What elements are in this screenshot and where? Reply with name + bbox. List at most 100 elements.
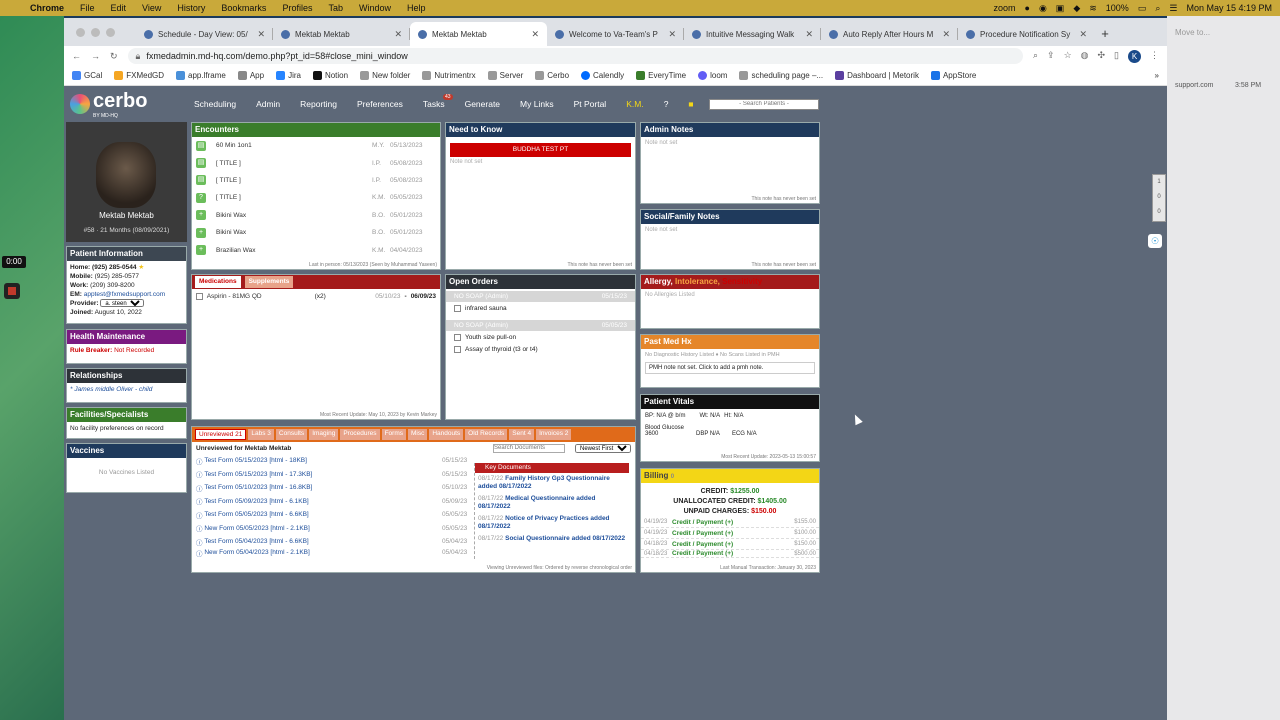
menu-file[interactable]: File — [80, 3, 95, 13]
nav-my-links[interactable]: My Links — [510, 99, 564, 109]
tab-labs[interactable]: Labs 3 — [248, 429, 274, 440]
billing-row[interactable]: 04/19/23 Credit / Payment (+) $100.00 — [641, 528, 819, 539]
document-row[interactable]: ⓘ Test Form 05/15/2023 [html - 17.3KB] 05… — [192, 468, 470, 482]
battery-icon[interactable]: ▭ — [1138, 3, 1147, 14]
patient-search-input[interactable] — [709, 98, 819, 110]
side-counter[interactable]: 100 — [1152, 174, 1166, 222]
zoom-icon[interactable]: ⌕ — [1033, 50, 1038, 63]
menu-edit[interactable]: Edit — [111, 3, 127, 13]
accessibility-icon[interactable]: ☉ — [1148, 234, 1162, 248]
order-checkbox[interactable] — [454, 333, 461, 341]
close-tab-icon[interactable]: ✕ — [942, 29, 950, 40]
nav-pt-portal[interactable]: Pt Portal — [564, 99, 617, 109]
nav-scheduling[interactable]: Scheduling — [184, 99, 246, 109]
order-group-header[interactable]: NO SOAP (Admin) 05/05/23 — [446, 320, 635, 331]
home-phone[interactable]: (925) 285-0544 — [92, 264, 136, 271]
tab-handouts[interactable]: Handouts — [429, 429, 464, 440]
bookmark-item[interactable]: Cerbo — [535, 71, 569, 80]
need-to-know-banner[interactable]: BUDDHA TEST PT — [450, 143, 631, 157]
bookmark-item[interactable]: Calendly — [581, 71, 624, 80]
document-row[interactable]: ⓘ Test Form 05/09/2023 [html - 6.1KB] 05/… — [192, 495, 470, 509]
tab-procedures[interactable]: Procedures — [340, 429, 380, 440]
order-item[interactable]: Youth size pull-on — [446, 331, 635, 343]
document-search-input[interactable] — [493, 443, 565, 453]
nav-tasks[interactable]: Tasks 43 — [413, 94, 455, 109]
nav-preferences[interactable]: Preferences — [347, 99, 413, 109]
extension-icon[interactable]: ◍ — [1081, 50, 1089, 63]
close-tab-icon[interactable]: ✕ — [668, 29, 676, 40]
close-tab-icon[interactable]: ✕ — [1079, 29, 1087, 40]
forward-icon[interactable]: → — [91, 51, 100, 61]
control-center-icon[interactable]: ☰ — [1169, 3, 1177, 14]
order-item[interactable]: Assay of thyroid (t3 or t4) — [446, 343, 635, 355]
search-icon[interactable]: ⌕ — [1155, 3, 1160, 14]
browser-tab[interactable]: Auto Reply After Hours M ✕ — [821, 22, 958, 46]
browser-tab[interactable]: Intuitive Messaging Walk ✕ — [684, 22, 821, 46]
document-row[interactable]: ⓘ Test Form 05/10/2023 [html - 16.8KB] 05… — [192, 481, 470, 495]
sidebar-icon[interactable]: ▯ — [1114, 50, 1119, 63]
provider-select[interactable]: a. steen — [100, 299, 145, 307]
key-document-item[interactable]: 08/17/22 Notice of Privacy Practices add… — [475, 513, 629, 533]
status-icon[interactable]: ▣ — [1056, 3, 1065, 14]
menu-bookmarks[interactable]: Bookmarks — [221, 3, 266, 13]
billing-row[interactable]: 04/18/23 Credit / Payment (+) $150.00 — [641, 539, 819, 550]
menu-window[interactable]: Window — [359, 3, 391, 13]
lock-icon[interactable]: 🔒︎ — [136, 51, 141, 62]
help-icon[interactable]: ? — [654, 99, 679, 109]
status-icon[interactable]: ◉ — [1039, 3, 1047, 14]
document-row[interactable]: ⓘ New Form 05/04/2023 [html - 2.1KB] 05/0… — [192, 549, 470, 557]
tab-unreviewed[interactable]: Unreviewed 21 — [195, 429, 247, 440]
bookmark-item[interactable]: GCal — [72, 71, 102, 80]
patient-email[interactable]: apptest@fxmedsupport.com — [84, 291, 165, 298]
encounter-row[interactable]: + Brazilian Wax K.M. 04/04/2023 — [192, 241, 440, 258]
medication-row[interactable]: Aspirin - 81MG QD (x2) 05/10/23 -06/09/2… — [192, 289, 440, 304]
close-tab-icon[interactable]: ✕ — [257, 29, 265, 40]
puzzle-icon[interactable]: ✣ — [1098, 50, 1106, 63]
maximize-window-button[interactable] — [106, 28, 115, 37]
tab-consults[interactable]: Consults — [275, 429, 308, 440]
browser-tab[interactable]: Mektab Mektab ✕ — [273, 22, 410, 46]
mobile-phone[interactable]: (925) 285-0577 — [95, 273, 139, 280]
tab-old-records[interactable]: Old Records — [465, 429, 508, 440]
folder-icon[interactable]: ■ — [678, 99, 703, 109]
encounter-row[interactable]: + Bikini Wax B.O. 05/01/2023 — [192, 207, 440, 224]
battery-level[interactable]: 100% — [1106, 3, 1129, 13]
close-tab-icon[interactable]: ✕ — [531, 29, 539, 40]
share-icon[interactable]: ⇪ — [1047, 50, 1055, 63]
billing-title[interactable]: Billing 0 — [641, 469, 819, 483]
menu-profiles[interactable]: Profiles — [282, 3, 312, 13]
document-row[interactable]: ⓘ New Form 05/05/2023 [html - 2.1KB] 05/0… — [192, 522, 470, 536]
tab-invoices[interactable]: Invoices 2 — [536, 429, 572, 440]
sort-select[interactable]: Newest First — [575, 443, 631, 453]
document-row[interactable]: ⓘ Test Form 05/15/2023 [html - 18KB] 05/1… — [192, 454, 470, 468]
bookmark-item[interactable]: FXMedGD — [114, 71, 164, 80]
bookmark-item[interactable]: Dashboard | Metorik — [835, 71, 919, 80]
menu-view[interactable]: View — [142, 3, 161, 13]
encounter-row[interactable]: + Bikini Wax B.O. 05/01/2023 — [192, 224, 440, 241]
order-item[interactable]: infrared sauna — [446, 302, 635, 314]
star-icon[interactable]: ★ — [138, 264, 144, 271]
browser-tab[interactable]: Schedule - Day View: 05/✕ — [136, 22, 273, 46]
document-row[interactable]: ⓘ Test Form 05/04/2023 [html - 6.6KB] 05/… — [192, 535, 470, 549]
order-group-header[interactable]: NO SOAP (Admin) 05/15/23 — [446, 291, 635, 302]
relationship-item[interactable]: * James middle Oliver - child — [67, 383, 186, 396]
billing-row[interactable]: 04/18/23 Credit / Payment (+) $500.00 — [641, 550, 819, 558]
nav-admin[interactable]: Admin — [246, 99, 290, 109]
bookmark-item[interactable]: loom — [698, 71, 727, 80]
bookmark-item[interactable]: App — [237, 71, 264, 80]
bookmark-item[interactable]: app.lframe — [176, 71, 226, 80]
work-phone[interactable]: (209) 309-8200 — [90, 282, 134, 289]
browser-tab-active[interactable]: Mektab Mektab ✕ — [410, 22, 547, 46]
allergy-title[interactable]: Allergy, Intolerance, Sensitivity — [641, 275, 819, 289]
billing-row[interactable]: 04/19/23 Credit / Payment (+) $155.00 — [641, 517, 819, 528]
bookmark-item[interactable]: Jira — [276, 71, 301, 80]
reload-icon[interactable]: ↻ — [110, 51, 118, 62]
close-window-button[interactable] — [76, 28, 85, 37]
bookmark-item[interactable]: Nutrimentrx — [422, 71, 476, 80]
key-document-item[interactable]: 08/17/22 Medical Questionnaire added 08/… — [475, 493, 629, 513]
bookmark-item[interactable]: Server — [487, 71, 523, 80]
encounter-row[interactable]: ▤[ TITLE ] I.P. 05/08/2023 — [192, 172, 440, 189]
bookmark-item[interactable]: EveryTime — [636, 71, 686, 80]
bookmark-item[interactable]: New folder — [360, 71, 410, 80]
tab-supplements[interactable]: Supplements — [244, 276, 294, 288]
